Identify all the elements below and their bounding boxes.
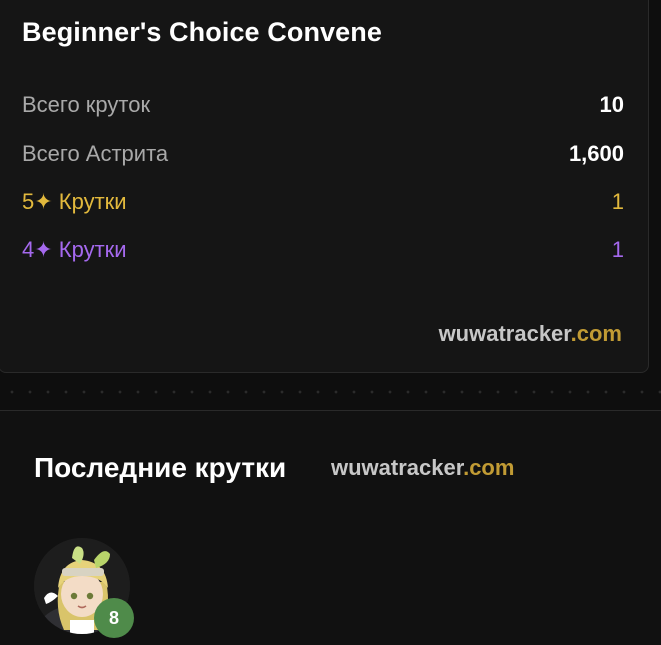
brand-watermark: wuwatracker.com — [331, 455, 514, 481]
stat-label: 4✦ Крутки — [22, 237, 127, 262]
brand-tld: .com — [570, 321, 622, 346]
recent-pull-item[interactable]: 8 — [34, 538, 134, 638]
stat-value: 1,600 — [568, 141, 624, 166]
banner-title: Beginner's Choice Convene — [22, 17, 382, 47]
stat-row-total-astrite: Всего Астрита 1,600 — [22, 139, 624, 169]
brand-name: wuwatracker — [438, 321, 571, 346]
recent-pulls-title: Последние крутки — [34, 452, 287, 483]
brand-tld: .com — [463, 455, 515, 480]
stat-value: 10 — [599, 92, 624, 117]
dotted-separator — [0, 380, 661, 404]
stat-label: Всего круток — [22, 92, 151, 117]
stat-value: 1 — [611, 189, 624, 214]
stat-value: 1 — [611, 237, 624, 262]
brand-name: wuwatracker — [331, 455, 464, 480]
stat-row-five-star: 5✦ Крутки 1 — [22, 187, 624, 217]
stat-row-total-pulls: Всего круток 10 — [22, 90, 624, 120]
stat-label: Всего Астрита — [22, 141, 169, 166]
banner-stats-card: Beginner's Choice Convene Всего круток 1… — [0, 0, 649, 373]
stat-row-four-star: 4✦ Крутки 1 — [22, 235, 624, 265]
brand-watermark: wuwatracker.com — [439, 321, 622, 347]
pity-count-badge: 8 — [94, 598, 134, 638]
stat-label: 5✦ Крутки — [22, 189, 127, 214]
